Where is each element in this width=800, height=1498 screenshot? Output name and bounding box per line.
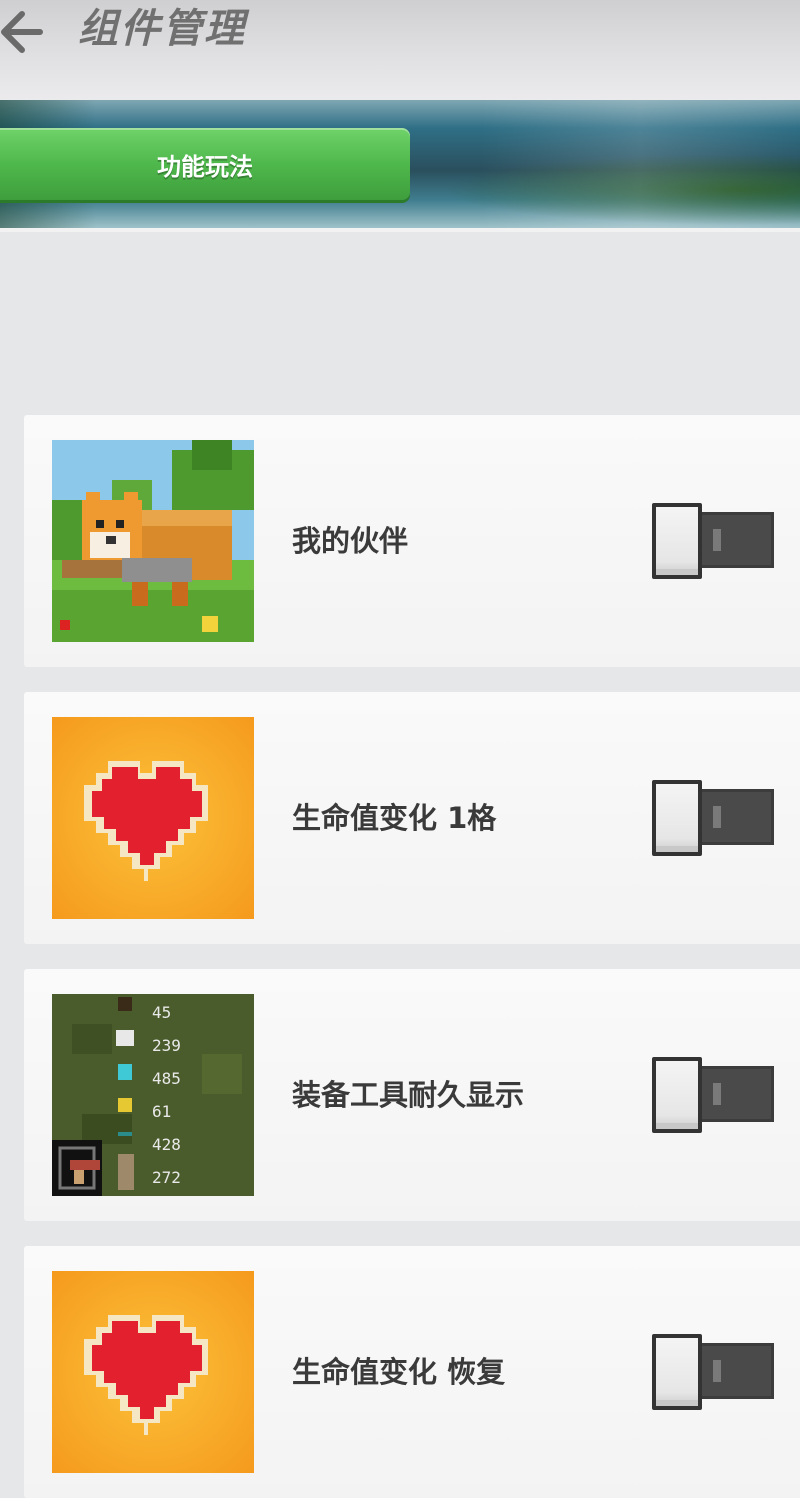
toggle-knob [652, 1334, 702, 1410]
component-card: 我的伙伴 [24, 415, 800, 667]
component-toggle[interactable] [652, 1057, 774, 1133]
toggle-knob [652, 1057, 702, 1133]
durability-value: 239 [152, 1036, 181, 1055]
component-card: 生命值变化 恢复 [24, 1246, 800, 1498]
durability-value: 45 [152, 1003, 172, 1022]
component-card: 生命值变化 1格 [24, 692, 800, 944]
page-title: 组件管理 [78, 6, 246, 52]
back-button[interactable] [0, 2, 48, 62]
category-banner: 功能玩法 [0, 100, 800, 232]
component-label: 我的伙伴 [292, 524, 409, 558]
component-toggle[interactable] [652, 780, 774, 856]
back-arrow-icon [1, 11, 43, 53]
component-label: 生命值变化 1格 [292, 801, 497, 835]
heart-icon [52, 717, 254, 919]
component-toggle[interactable] [652, 1334, 774, 1410]
component-label: 装备工具耐久显示 [292, 1078, 525, 1112]
fox-companion-image [52, 440, 254, 642]
app-header: 组件管理 [0, 0, 800, 100]
durability-hud-image: 45 239 485 61 428 272 [52, 994, 254, 1196]
heart-icon [52, 1271, 254, 1473]
toggle-knob [652, 780, 702, 856]
durability-values: 45 239 485 61 428 272 [152, 996, 252, 1194]
component-label: 生命值变化 恢复 [292, 1355, 506, 1389]
durability-value: 61 [152, 1102, 172, 1121]
durability-value: 428 [152, 1135, 181, 1154]
durability-value: 272 [152, 1168, 181, 1187]
toggle-knob [652, 503, 702, 579]
component-card: 45 239 485 61 428 272 装备工具耐久显示 [24, 969, 800, 1221]
durability-value: 485 [152, 1069, 181, 1088]
component-toggle[interactable] [652, 503, 774, 579]
tab-feature-gameplay[interactable]: 功能玩法 [0, 128, 410, 200]
